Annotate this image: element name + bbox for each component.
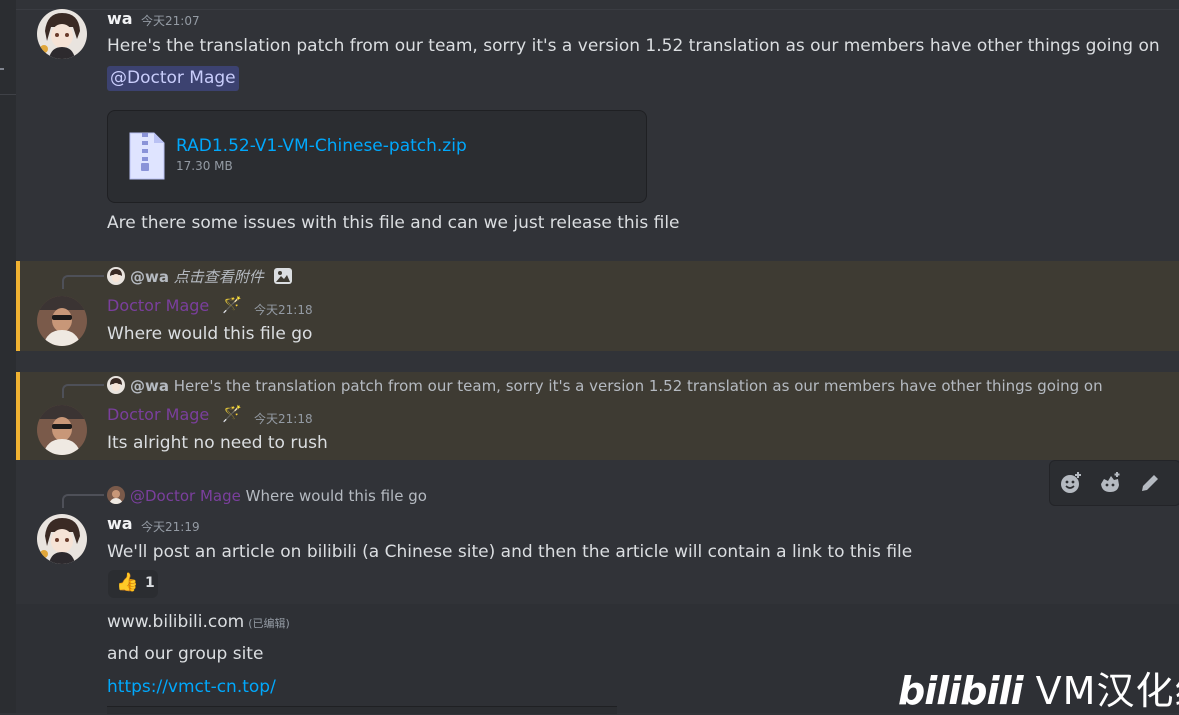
thumbs-up-icon: 👍: [116, 572, 139, 593]
watermark: bilibili VM汉化组: [898, 660, 1179, 715]
super-reaction-icon[interactable]: [1098, 471, 1122, 495]
avatar-wa[interactable]: [37, 514, 87, 564]
mention-highlight-bar: [16, 261, 20, 351]
bilibili-logo: bilibili: [898, 669, 1024, 713]
group-site-link[interactable]: https://vmct-cn.top/: [107, 677, 276, 697]
reply-preview[interactable]: @Doctor Mage Where would this file go: [107, 486, 427, 505]
zip-file-icon: [128, 131, 166, 185]
reply-text: Where would this file go: [245, 487, 427, 505]
reply-avatar: [107, 486, 125, 504]
author-name[interactable]: Doctor Mage: [107, 296, 209, 315]
reply-author[interactable]: @wa: [130, 377, 169, 395]
reply-avatar: [107, 267, 125, 285]
edit-icon[interactable]: [1138, 471, 1162, 495]
message-text: www.bilibili.com (已编辑): [107, 612, 290, 632]
message-timestamp: 今天21:18: [254, 412, 313, 426]
avatar-wa[interactable]: [37, 9, 87, 59]
sidebar-divider: [0, 94, 16, 95]
user-mention[interactable]: @Doctor Mage: [107, 66, 239, 91]
reply-author[interactable]: @Doctor Mage: [130, 487, 241, 505]
bilibili-url-text: www.bilibili.com: [107, 612, 245, 632]
author-name[interactable]: wa: [107, 514, 133, 533]
file-attachment[interactable]: RAD1.52-V1-VM-Chinese-patch.zip 17.30 MB: [107, 110, 647, 203]
reaction-thumbs-up[interactable]: 👍 1: [108, 570, 158, 598]
avatar-doctor-mage[interactable]: [37, 405, 87, 455]
reply-author[interactable]: @wa: [130, 268, 169, 286]
message-action-toolbar: [1049, 460, 1179, 506]
mention-highlight-bar: [16, 372, 20, 460]
reaction-count: 1: [145, 575, 155, 591]
magic-wand-badge: 🪄: [222, 404, 242, 423]
message-timestamp: 今天21:07: [141, 14, 200, 28]
magic-wand-badge: 🪄: [222, 295, 242, 314]
message-timestamp: 今天21:18: [254, 303, 313, 317]
message-text: and our group site: [107, 644, 264, 664]
image-icon: [273, 267, 293, 285]
add-reaction-icon[interactable]: [1059, 471, 1083, 495]
reply-text: Here's the translation patch from our te…: [173, 377, 1103, 395]
edited-tag: (已编辑): [248, 617, 290, 630]
message-text: Here's the translation patch from our te…: [107, 36, 1160, 56]
reply-spine: [62, 384, 104, 398]
author-name[interactable]: wa: [107, 9, 133, 28]
avatar-doctor-mage[interactable]: [37, 296, 87, 346]
reply-spine: [62, 494, 104, 508]
watermark-group-name: VM汉化组: [1035, 669, 1179, 713]
divider: [16, 9, 1179, 10]
author-name[interactable]: Doctor Mage: [107, 405, 209, 424]
reply-text: 点击查看附件: [173, 268, 264, 286]
channel-sidebar-edge: [0, 0, 16, 713]
reply-spine: [62, 275, 104, 289]
message-text: Its alright no need to rush: [107, 433, 328, 453]
reply-preview[interactable]: @wa Here's the translation patch from ou…: [107, 376, 1103, 395]
sidebar-tick: [0, 68, 4, 70]
message-text: Are there some issues with this file and…: [107, 213, 680, 233]
message-timestamp: 今天21:19: [141, 520, 200, 534]
message-text: Where would this file go: [107, 324, 313, 344]
reply-preview[interactable]: @wa 点击查看附件: [107, 266, 293, 287]
attachment-filename[interactable]: RAD1.52-V1-VM-Chinese-patch.zip: [176, 136, 467, 156]
reply-avatar: [107, 376, 125, 394]
attachment-size: 17.30 MB: [176, 159, 233, 173]
message-text: We'll post an article on bilibili (a Chi…: [107, 542, 913, 562]
